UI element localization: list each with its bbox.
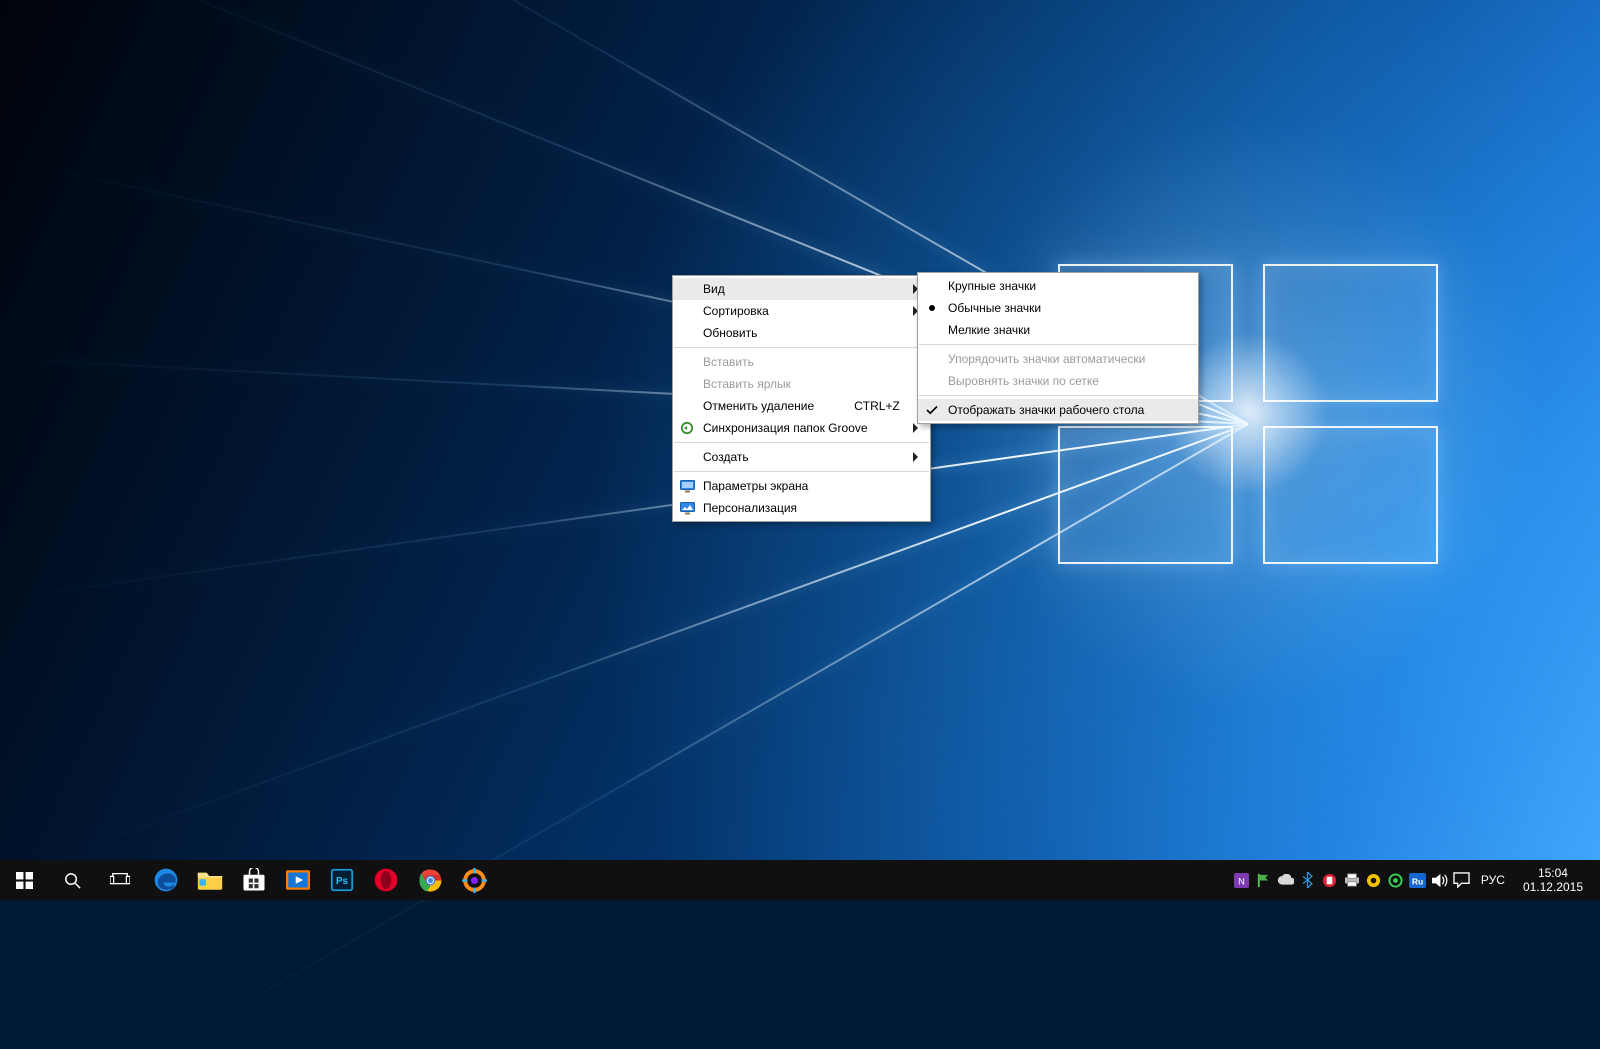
chevron-right-icon — [912, 452, 920, 462]
folder-icon — [197, 869, 223, 891]
submenu-item-auto-arrange[interactable]: Упорядочить значки автоматически — [918, 348, 1198, 370]
taskbar: Ps N — [0, 860, 1600, 900]
submenu-item-medium-icons[interactable]: Обычные значки — [918, 297, 1198, 319]
photoshop-icon: Ps — [330, 868, 354, 892]
tray-bluetooth-icon[interactable] — [1297, 860, 1319, 900]
taskbar-app-edge[interactable] — [144, 860, 188, 900]
menu-divider — [674, 347, 929, 348]
menu-label: Отменить удаление — [703, 399, 814, 413]
opera-icon — [373, 867, 399, 893]
start-button[interactable] — [0, 860, 48, 900]
tray-yellow-app-icon[interactable] — [1363, 860, 1385, 900]
tray-onedrive-icon[interactable] — [1275, 860, 1297, 900]
menu-label: Синхронизация папок Groove — [703, 421, 868, 435]
chrome-icon — [418, 868, 443, 893]
submenu-item-large-icons[interactable]: Крупные значки — [918, 275, 1198, 297]
taskbar-app-file-explorer[interactable] — [188, 860, 232, 900]
svg-text:N: N — [1239, 876, 1246, 886]
view-submenu: Крупные значки Обычные значки Мелкие зна… — [917, 272, 1199, 424]
taskbar-app-opera[interactable] — [364, 860, 408, 900]
taskbar-app-misc[interactable] — [452, 860, 496, 900]
menu-item-undo-delete[interactable]: Отменить удаление CTRL+Z — [673, 395, 930, 417]
store-icon — [242, 868, 266, 892]
checkmark-icon — [924, 402, 940, 418]
chevron-right-icon — [912, 423, 920, 433]
menu-item-paste-shortcut: Вставить ярлык — [673, 373, 930, 395]
taskbar-app-photoshop[interactable]: Ps — [320, 860, 364, 900]
menu-label: Крупные значки — [948, 279, 1036, 293]
tray-clock[interactable]: 15:04 01.12.2015 — [1513, 866, 1593, 894]
submenu-item-show-desktop-icons[interactable]: Отображать значки рабочего стола — [918, 399, 1198, 421]
menu-divider — [674, 442, 929, 443]
clock-time: 15:04 — [1538, 866, 1568, 880]
menu-item-sort[interactable]: Сортировка — [673, 300, 930, 322]
menu-divider — [674, 471, 929, 472]
menu-item-new[interactable]: Создать — [673, 446, 930, 468]
menu-item-personalize[interactable]: Персонализация — [673, 497, 930, 519]
windows-start-icon — [16, 872, 33, 889]
menu-label: Сортировка — [703, 304, 769, 318]
menu-divider — [919, 344, 1197, 345]
video-player-icon — [286, 870, 310, 890]
menu-label: Выровнять значки по сетке — [948, 374, 1099, 388]
menu-item-view[interactable]: Вид — [673, 278, 930, 300]
svg-text:Ru: Ru — [1412, 876, 1423, 886]
menu-label: Вставить — [703, 355, 754, 369]
menu-item-groove-sync[interactable]: Синхронизация папок Groove — [673, 417, 930, 439]
task-view-button[interactable] — [96, 860, 144, 900]
task-view-icon — [110, 872, 130, 888]
tray-printer-icon[interactable] — [1341, 860, 1363, 900]
submenu-item-align-to-grid[interactable]: Выровнять значки по сетке — [918, 370, 1198, 392]
menu-label: Мелкие значки — [948, 323, 1030, 337]
desktop-context-menu: Вид Сортировка Обновить Вставить Вставит… — [672, 275, 931, 522]
language-label: РУС — [1481, 873, 1505, 887]
clock-date: 01.12.2015 — [1523, 880, 1583, 894]
tray-language-indicator[interactable]: РУС — [1473, 873, 1513, 887]
menu-item-refresh[interactable]: Обновить — [673, 322, 930, 344]
taskbar-left: Ps — [0, 860, 496, 900]
menu-item-paste: Вставить — [673, 351, 930, 373]
taskbar-app-chrome[interactable] — [408, 860, 452, 900]
tray-app-icon[interactable] — [1319, 860, 1341, 900]
menu-item-display-settings[interactable]: Параметры экрана — [673, 475, 930, 497]
monitor-icon — [679, 478, 695, 494]
menu-label: Отображать значки рабочего стола — [948, 403, 1144, 417]
radio-selected-icon — [924, 300, 940, 316]
tray-flag-icon[interactable] — [1253, 860, 1275, 900]
taskbar-empty-space[interactable] — [496, 860, 1227, 900]
personalize-icon — [679, 500, 695, 516]
tray-punto-switcher-icon[interactable]: Ru — [1407, 860, 1429, 900]
taskbar-app-video-player[interactable] — [276, 860, 320, 900]
system-tray: N Ru РУС — [1227, 860, 1600, 900]
svg-text:Ps: Ps — [336, 876, 349, 887]
tray-onenote-icon[interactable]: N — [1231, 860, 1253, 900]
search-button[interactable] — [48, 860, 96, 900]
edge-icon — [153, 867, 179, 893]
menu-label: Упорядочить значки автоматически — [948, 352, 1145, 366]
menu-label: Параметры экрана — [703, 479, 808, 493]
groove-icon — [679, 420, 695, 436]
tray-action-center-icon[interactable] — [1451, 860, 1473, 900]
menu-label: Обновить — [703, 326, 757, 340]
menu-label: Вставить ярлык — [703, 377, 791, 391]
tray-volume-icon[interactable] — [1429, 860, 1451, 900]
menu-label: Обычные значки — [948, 301, 1041, 315]
taskbar-app-store[interactable] — [232, 860, 276, 900]
menu-divider — [919, 395, 1197, 396]
menu-label: Персонализация — [703, 501, 797, 515]
menu-label: Создать — [703, 450, 749, 464]
gear-color-icon — [462, 868, 487, 893]
submenu-item-small-icons[interactable]: Мелкие значки — [918, 319, 1198, 341]
tray-green-app-icon[interactable] — [1385, 860, 1407, 900]
menu-label: Вид — [703, 282, 725, 296]
menu-shortcut: CTRL+Z — [814, 399, 900, 413]
search-icon — [63, 871, 82, 890]
